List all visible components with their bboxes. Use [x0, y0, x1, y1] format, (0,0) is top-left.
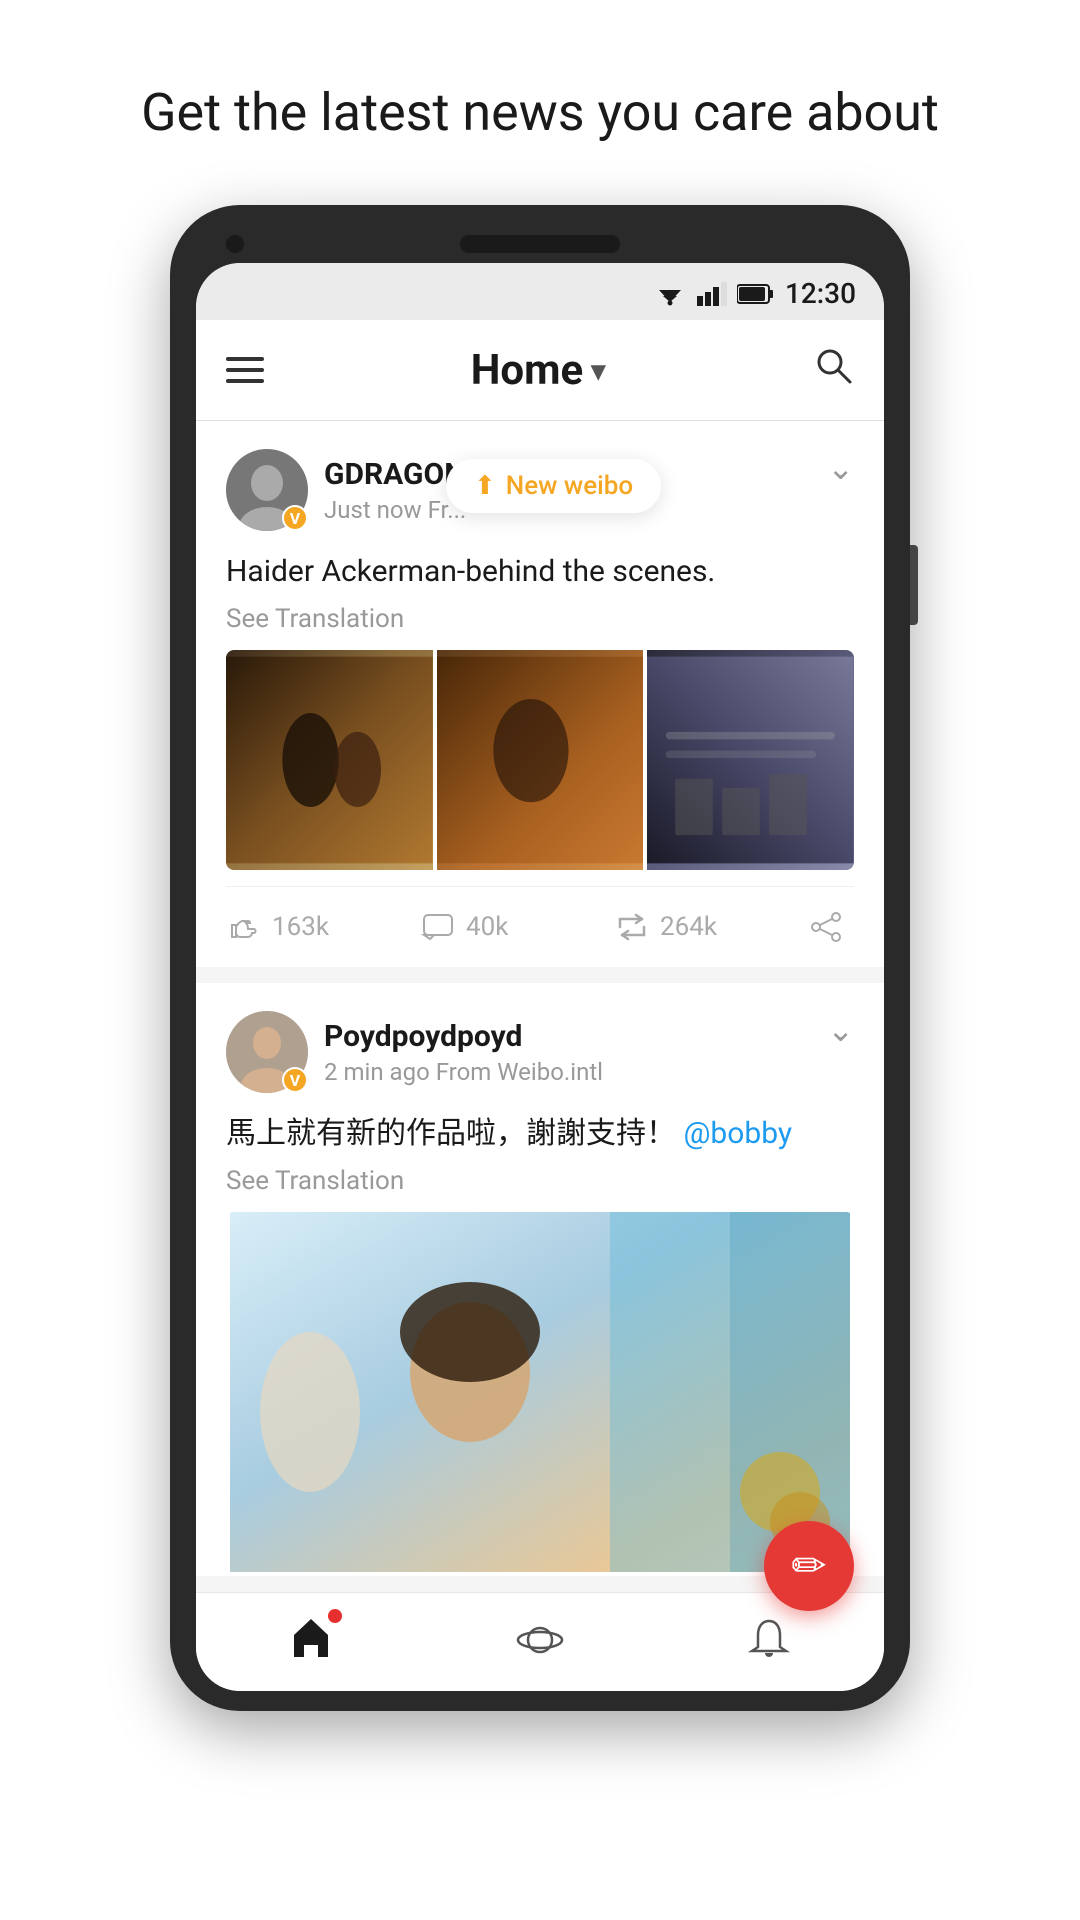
post-text-content-2: 馬上就有新的作品啦，謝謝支持！	[226, 1116, 676, 1151]
post-actions: 163k 40k	[226, 886, 854, 967]
explore-icon	[515, 1615, 565, 1665]
app-header: Home ▾	[196, 320, 884, 421]
header-title-text: Home	[471, 346, 583, 395]
comment-button[interactable]: 40k	[420, 909, 614, 945]
post-user-info-2: V Poydpoydpoyd 2 min ago From Weibo.intl	[226, 1011, 603, 1093]
post-mention[interactable]: @bobby	[683, 1116, 792, 1151]
repost-count: 264k	[660, 912, 717, 942]
post-card-2: V Poydpoydpoyd 2 min ago From Weibo.intl…	[196, 983, 884, 1576]
header-title[interactable]: Home ▾	[471, 346, 606, 395]
tooltip-text: New weibo	[506, 471, 633, 501]
home-icon	[286, 1613, 336, 1663]
hamburger-line3	[226, 379, 264, 383]
user-text-info-2: Poydpoydpoyd 2 min ago From Weibo.intl	[324, 1019, 603, 1086]
post-single-image	[226, 1212, 854, 1572]
status-icons: 12:30	[653, 277, 856, 310]
post-meta-2: 2 min ago From Weibo.intl	[324, 1058, 603, 1086]
post-image-1[interactable]	[226, 650, 433, 870]
hamburger-line2	[226, 368, 264, 372]
like-count: 163k	[272, 912, 329, 942]
like-icon	[226, 909, 262, 945]
share-button[interactable]	[808, 909, 854, 945]
post-text-2: 馬上就有新的作品啦，謝謝支持！ @bobby	[226, 1111, 854, 1156]
nav-notifications-button[interactable]	[744, 1615, 794, 1665]
post-header-2: V Poydpoydpoyd 2 min ago From Weibo.intl…	[226, 1011, 854, 1093]
post-header: V GDRAGON Just now Fr... ⬆ New weibo	[226, 449, 854, 531]
search-icon	[812, 344, 854, 386]
phone-top	[196, 235, 884, 253]
status-bar: 12:30	[196, 263, 884, 320]
post-meta: Just now Fr...	[324, 496, 466, 524]
post-image-1-content	[226, 650, 433, 870]
see-translation-button[interactable]: See Translation	[226, 604, 854, 634]
nav-home-button[interactable]	[286, 1613, 336, 1667]
new-weibo-tooltip[interactable]: ⬆ New weibo	[446, 459, 661, 513]
search-button[interactable]	[812, 344, 854, 396]
verified-badge-2: V	[282, 1067, 308, 1093]
post-options-button-2[interactable]: ⌄	[827, 1011, 854, 1049]
share-icon	[808, 909, 844, 945]
post-image-3-content	[647, 650, 854, 870]
phone-frame: 12:30 Home ▾	[170, 205, 910, 1711]
notification-icon	[744, 1615, 794, 1665]
battery-icon	[737, 283, 775, 305]
user-text-info: GDRAGON Just now Fr...	[324, 457, 466, 524]
hamburger-menu-button[interactable]	[226, 357, 264, 383]
username-2[interactable]: Poydpoydpoyd	[324, 1019, 603, 1054]
username[interactable]: GDRAGON	[324, 457, 466, 492]
signal-icon	[697, 282, 727, 306]
repost-icon	[614, 909, 650, 945]
status-time: 12:30	[785, 277, 856, 310]
see-translation-button-2[interactable]: See Translation	[226, 1166, 854, 1196]
wifi-icon	[653, 282, 687, 306]
post-options-button[interactable]: ⌄	[827, 449, 854, 487]
nav-explore-button[interactable]	[515, 1615, 565, 1665]
comment-count: 40k	[466, 912, 508, 942]
post-image-2[interactable]	[437, 650, 644, 870]
camera-dot	[226, 235, 244, 253]
dropdown-arrow-icon: ▾	[591, 354, 605, 387]
feed: V GDRAGON Just now Fr... ⬆ New weibo	[196, 421, 884, 1576]
post-image-3[interactable]	[647, 650, 854, 870]
side-button	[910, 545, 918, 625]
tooltip-arrow-icon: ⬆	[474, 471, 496, 501]
post-user-info: V GDRAGON Just now Fr...	[226, 449, 466, 531]
like-button[interactable]: 163k	[226, 909, 420, 945]
verified-badge: V	[282, 505, 308, 531]
bottom-navigation	[196, 1592, 884, 1691]
avatar-wrap-2: V	[226, 1011, 308, 1093]
screen-inner: 12:30 Home ▾	[196, 263, 884, 1691]
comment-icon	[420, 909, 456, 945]
phone-screen: 12:30 Home ▾	[196, 263, 884, 1691]
compose-fab-button[interactable]: ✏	[764, 1521, 854, 1611]
post-card: V GDRAGON Just now Fr... ⬆ New weibo	[196, 421, 884, 967]
nav-home-badge	[328, 1609, 342, 1623]
post-text: Haider Ackerman-behind the scenes.	[226, 549, 854, 594]
compose-icon: ✏	[791, 1541, 826, 1591]
post-image-single[interactable]	[226, 1212, 854, 1576]
post-image-grid	[226, 650, 854, 870]
repost-button[interactable]: 264k	[614, 909, 808, 945]
post-image-2-content	[437, 650, 644, 870]
page-headline: Get the latest news you care about	[81, 0, 999, 205]
avatar-wrap: V	[226, 449, 308, 531]
hamburger-line1	[226, 357, 264, 361]
speaker-grill	[460, 235, 620, 253]
